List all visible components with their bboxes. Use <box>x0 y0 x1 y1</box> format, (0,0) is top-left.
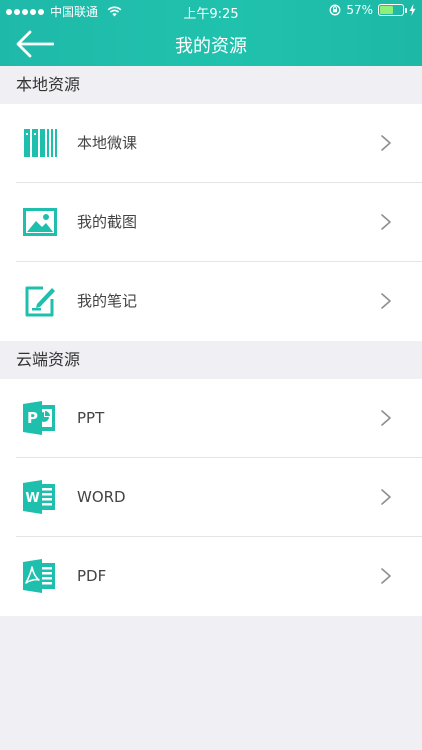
list-item-label: 我的笔记 <box>77 292 138 310</box>
word-icon: W <box>23 480 55 514</box>
status-bar-right: 57% <box>329 3 416 17</box>
svg-text:P: P <box>27 409 38 427</box>
chevron-right-icon <box>381 293 391 309</box>
list-item-label: 本地微课 <box>77 134 138 152</box>
battery-icon <box>378 4 407 16</box>
battery-percentage: 57% <box>346 3 373 17</box>
note-icon <box>25 286 55 317</box>
cloud-resources-group: P PPT W WORD PDF <box>0 379 422 616</box>
list-item-word[interactable]: W WORD <box>0 458 422 537</box>
list-item-local-microcourses[interactable]: 本地微课 <box>0 104 422 183</box>
status-bar: 中国联通 上午9:25 57% <box>0 0 422 22</box>
list-item-my-screenshots[interactable]: 我的截图 <box>0 183 422 262</box>
books-icon <box>24 129 57 157</box>
navigation-bar: 我的资源 <box>0 22 422 66</box>
section-header-local: 本地资源 <box>16 75 81 94</box>
list-item-label: PPT <box>77 409 105 427</box>
rotation-lock-icon <box>329 4 341 16</box>
list-item-label: PDF <box>77 567 107 585</box>
list-item-ppt[interactable]: P PPT <box>0 379 422 458</box>
list-item-label: 我的截图 <box>77 213 138 231</box>
list-item-my-notes[interactable]: 我的笔记 <box>0 262 422 341</box>
ppt-icon: P <box>23 401 55 435</box>
page-title: 我的资源 <box>175 36 247 57</box>
list-item-pdf[interactable]: PDF <box>0 537 422 616</box>
list-item-label: WORD <box>77 488 126 506</box>
charging-bolt-icon <box>409 4 416 16</box>
local-resources-group: 本地微课 我的截图 我的笔记 <box>0 104 422 341</box>
header: 中国联通 上午9:25 57% 我的资源 <box>0 0 422 66</box>
chevron-right-icon <box>381 135 391 151</box>
chevron-right-icon <box>381 214 391 230</box>
chevron-right-icon <box>381 489 391 505</box>
chevron-right-icon <box>381 410 391 426</box>
chevron-right-icon <box>381 568 391 584</box>
section-header-cloud: 云端资源 <box>16 350 81 369</box>
pdf-icon <box>23 559 55 593</box>
image-icon <box>23 208 57 236</box>
svg-text:W: W <box>25 491 39 506</box>
